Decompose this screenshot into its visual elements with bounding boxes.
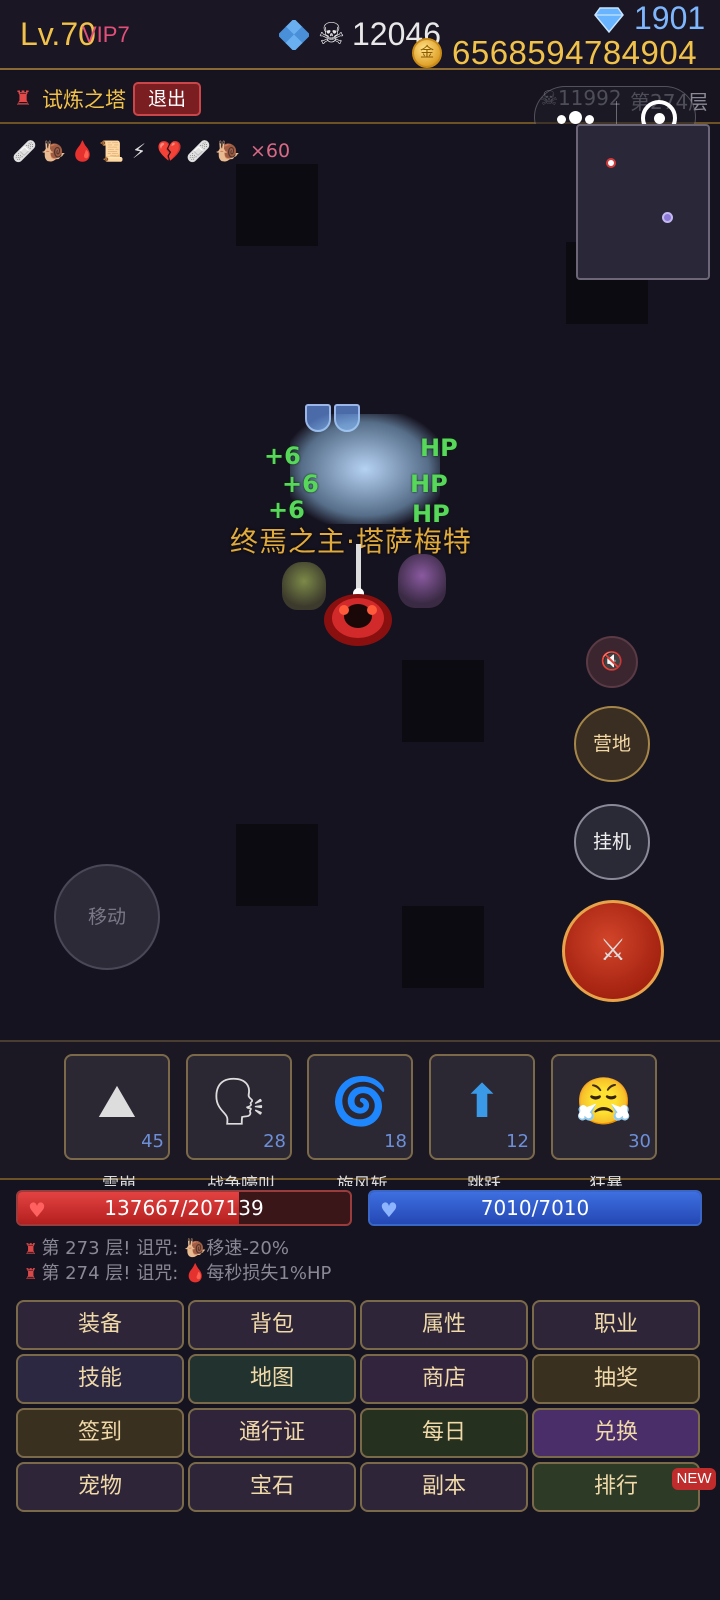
menu-button[interactable]: 抽奖 bbox=[532, 1354, 700, 1404]
shout-icon: 🗣 bbox=[209, 1074, 269, 1128]
skill-level: 12 bbox=[506, 1131, 529, 1152]
wall-tile bbox=[236, 164, 318, 246]
hp-text: 137667/207139 bbox=[104, 1196, 264, 1220]
menu-button[interactable]: 属性 bbox=[360, 1300, 528, 1350]
menu-button[interactable]: 职业 bbox=[532, 1300, 700, 1350]
skill-level: 30 bbox=[628, 1131, 651, 1152]
snail-icon: 🐌 bbox=[184, 1238, 207, 1259]
player-character bbox=[324, 594, 392, 646]
player-marker bbox=[606, 158, 616, 168]
cyclone-icon: 🌀 bbox=[331, 1074, 389, 1128]
snail-icon[interactable]: 🐌 bbox=[215, 139, 240, 163]
tower-icon: ♜ bbox=[24, 1265, 38, 1283]
move-joystick[interactable]: 移动 bbox=[54, 864, 160, 970]
mountain-icon: ⛰ bbox=[97, 1074, 137, 1128]
gold-count: 6568594784904 bbox=[452, 34, 698, 71]
wall-tile bbox=[236, 824, 318, 906]
skill-slot[interactable]: ⬆ 12 跳跃 bbox=[429, 1054, 535, 1186]
monster[interactable] bbox=[282, 562, 326, 610]
vip-badge[interactable]: VIP7 bbox=[82, 22, 130, 48]
heal-number: +6 bbox=[282, 470, 319, 498]
lightning-icon[interactable]: ⚡ bbox=[128, 139, 150, 163]
heal-number: +6 bbox=[264, 442, 301, 470]
idle-button[interactable]: 挂机 bbox=[574, 804, 650, 880]
skill-level: 18 bbox=[384, 1131, 407, 1152]
bandage-icon[interactable]: 🩹 bbox=[12, 139, 37, 163]
more-menu-icon[interactable] bbox=[557, 109, 601, 125]
boss-marker bbox=[662, 212, 673, 223]
skill-slot[interactable]: 🗣 28 战争嚎叫 bbox=[186, 1054, 292, 1186]
log-line: ♜ 第 273 层! 诅咒: 🐌移速-20% bbox=[24, 1238, 289, 1259]
top-status-bar: Lv.70 VIP7 ☠ 12046 1901 金 6568594784904 bbox=[0, 0, 720, 71]
blood-drop-icon: 🩸 bbox=[184, 1263, 207, 1284]
skill-slot[interactable]: ⛰ 45 雪崩 bbox=[64, 1054, 170, 1186]
menu-button[interactable]: 装备 bbox=[16, 1300, 184, 1350]
attack-button[interactable]: ⚔ bbox=[562, 900, 664, 1002]
skill-name: 旋风斩 bbox=[336, 1175, 388, 1186]
mp-bar: ♥ 7010/7010 bbox=[368, 1190, 702, 1226]
wall-tile bbox=[402, 660, 484, 742]
heal-number: HP bbox=[420, 434, 458, 462]
buff-row: 🩹 🐌 🩸 📜 ⚡ 💔 🩹 🐌 ×60 bbox=[12, 136, 290, 166]
hp-bar: ♥ 137667/207139 bbox=[16, 1190, 352, 1226]
skill-level: 45 bbox=[141, 1131, 164, 1152]
skill-name: 雪崩 bbox=[102, 1175, 136, 1186]
skill-bar: ⛰ 45 雪崩 🗣 28 战争嚎叫 🌀 18 旋风斩 ⬆ 12 跳跃 😤 30 … bbox=[0, 1040, 720, 1186]
event-log: ♜ 第 273 层! 诅咒: 🐌移速-20% ♜ 第 274 层! 诅咒: 🩸每秒损… bbox=[24, 1236, 704, 1286]
scroll-icon[interactable]: 📜 bbox=[99, 139, 124, 163]
mute-icon: 🔇 bbox=[600, 651, 624, 672]
snail-icon[interactable]: 🐌 bbox=[41, 139, 66, 163]
diamond-count: 1901 bbox=[634, 0, 706, 36]
boss-name: 终焉之主·塔萨梅特 bbox=[230, 525, 472, 558]
tower-icon: ♜ bbox=[24, 1240, 38, 1258]
bandage-icon[interactable]: 🩹 bbox=[186, 139, 211, 163]
buff-multiplier: ×60 bbox=[250, 140, 291, 162]
broken-heart-icon[interactable]: 💔 bbox=[157, 139, 182, 163]
skill-name: 战争嚎叫 bbox=[207, 1175, 275, 1186]
skill-level: 28 bbox=[263, 1131, 286, 1152]
menu-button[interactable]: 宝石 bbox=[188, 1462, 356, 1512]
soul-crystal-icon bbox=[279, 20, 309, 50]
gold-coin-icon: 金 bbox=[412, 38, 442, 68]
menu-button[interactable]: 副本 bbox=[360, 1462, 528, 1512]
angry-face-icon: 😤 bbox=[575, 1074, 633, 1128]
crossed-swords-icon: ⚔ bbox=[599, 933, 627, 968]
menu-button[interactable]: 兑换 bbox=[532, 1408, 700, 1458]
skill-name: 狂暴 bbox=[589, 1175, 623, 1186]
blood-drop-icon[interactable]: 🩸 bbox=[70, 139, 95, 163]
new-badge: NEW bbox=[672, 1468, 716, 1490]
mute-button[interactable]: 🔇 bbox=[586, 636, 638, 688]
wall-tile bbox=[402, 906, 484, 988]
tower-icon: ♜ bbox=[14, 86, 32, 110]
menu-button[interactable]: 通行证 bbox=[188, 1408, 356, 1458]
camp-button[interactable]: 营地 bbox=[574, 706, 650, 782]
menu-button[interactable]: 签到 bbox=[16, 1408, 184, 1458]
menu-button[interactable]: 地图 bbox=[188, 1354, 356, 1404]
up-arrow-icon: ⬆ bbox=[462, 1074, 502, 1128]
minimap[interactable] bbox=[576, 124, 710, 280]
skull-icon: ☠ bbox=[318, 17, 345, 52]
skill-slot[interactable]: 🌀 18 旋风斩 bbox=[307, 1054, 413, 1186]
game-field[interactable]: +6 HP +6 HP +6 HP 终焉之主·塔萨梅特 移动 🔇 营地 挂机 ⚔ bbox=[0, 124, 720, 1040]
skill-name: 跳跃 bbox=[467, 1175, 501, 1186]
menu-button[interactable]: 宠物 bbox=[16, 1462, 184, 1512]
exit-button[interactable]: 退出 bbox=[133, 82, 201, 116]
menu-button[interactable]: 背包 bbox=[188, 1300, 356, 1350]
skill-slot[interactable]: 😤 30 狂暴 bbox=[551, 1054, 657, 1186]
tower-name: 试炼之塔 bbox=[42, 88, 126, 112]
mp-text: 7010/7010 bbox=[480, 1196, 590, 1220]
heal-number: HP bbox=[410, 470, 448, 498]
menu-button[interactable]: 商店 bbox=[360, 1354, 528, 1404]
log-line: ♜ 第 274 层! 诅咒: 🩸每秒损失1%HP bbox=[24, 1263, 332, 1284]
monster[interactable] bbox=[398, 554, 446, 608]
diamond-icon bbox=[594, 7, 624, 34]
menu-button[interactable]: 技能 bbox=[16, 1354, 184, 1404]
menu-button[interactable]: 每日 bbox=[360, 1408, 528, 1458]
